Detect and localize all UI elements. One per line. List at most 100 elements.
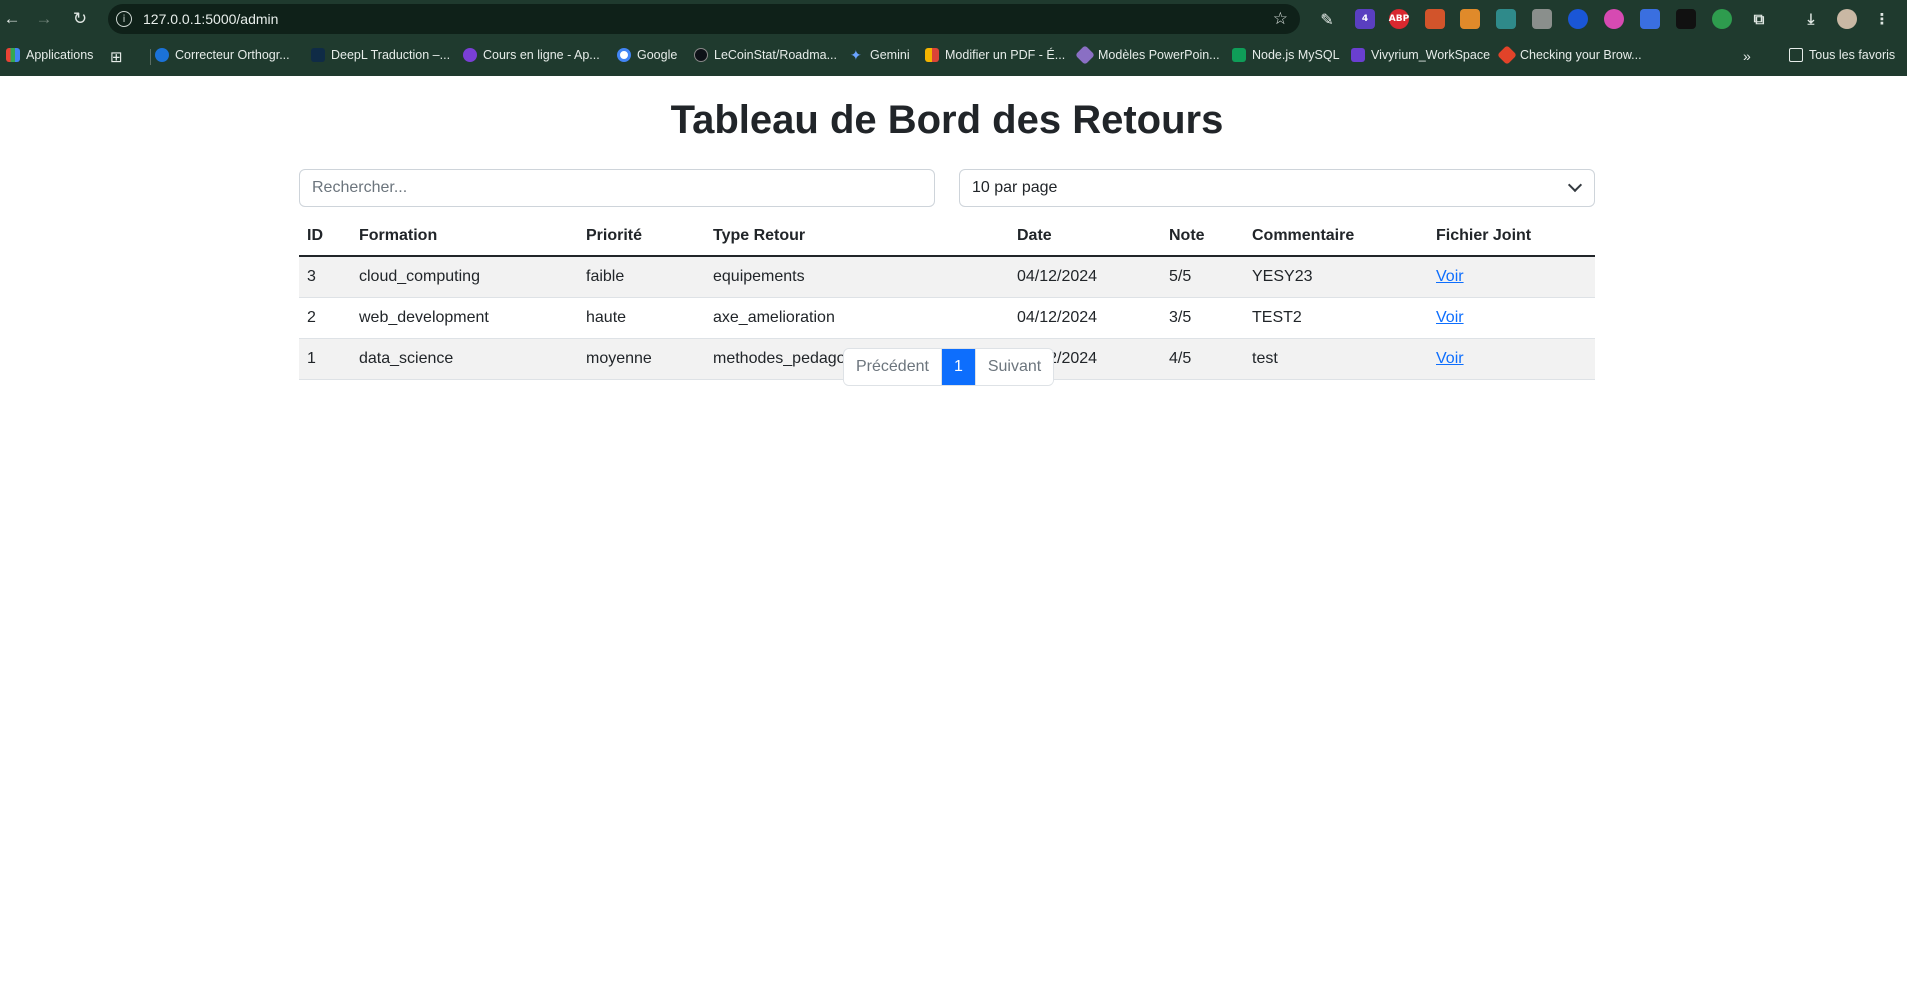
back-icon[interactable]: ←	[0, 7, 24, 31]
extension-badge-count: 4	[1361, 14, 1369, 24]
bookmark-star-icon[interactable]: ☆	[1273, 9, 1288, 29]
cell-type-retour: axe_amelioration	[705, 297, 1009, 339]
abp-label: ABP	[1388, 14, 1410, 24]
all-bookmarks[interactable]: Tous les favoris	[1789, 48, 1895, 62]
cell-date: 04/12/2024	[1009, 297, 1161, 339]
column-header-id: ID	[299, 216, 351, 257]
previous-page-button[interactable]: Précédent	[844, 349, 941, 385]
cell-type-retour: equipements	[705, 256, 1009, 298]
metamask-icon[interactable]	[1460, 9, 1480, 29]
bookmark-github[interactable]: LeCoinStat/Roadma...	[694, 48, 837, 62]
favicon-icon	[1075, 45, 1095, 65]
per-page-value: 10 par page	[972, 179, 1058, 196]
cell-commentaire: test	[1244, 338, 1428, 380]
cell-fichier-joint: Voir	[1428, 338, 1595, 380]
voir-link[interactable]: Voir	[1436, 309, 1464, 326]
bookmark-nodejs[interactable]: Node.js MySQL	[1232, 48, 1340, 62]
cell-formation: cloud_computing	[351, 256, 578, 298]
pagination: Précédent 1 Suivant	[843, 348, 1055, 386]
cell-id: 2	[299, 297, 351, 339]
extension-badge-icon[interactable]: 4	[1355, 9, 1375, 29]
column-header-priorite: Priorité	[578, 216, 705, 257]
column-header-note: Note	[1161, 216, 1244, 257]
extension-icon[interactable]	[1425, 9, 1445, 29]
url-text: 127.0.0.1:5000/admin	[143, 11, 279, 27]
gemini-icon: ✦	[850, 47, 862, 63]
cell-formation: data_science	[351, 338, 578, 380]
cell-id: 1	[299, 338, 351, 380]
bookmark-label: Gemini	[870, 48, 910, 62]
browser-chrome: ← → ↻ i 127.0.0.1:5000/admin ☆ ✎ 4 ABP ⧉…	[0, 0, 1907, 76]
bookmark-applications[interactable]: Applications	[6, 48, 93, 62]
favicon-icon	[463, 48, 477, 62]
bookmark-gitlab[interactable]: Checking your Brow...	[1497, 45, 1642, 65]
bookmark-label: Node.js MySQL	[1252, 48, 1340, 62]
menu-kebab-icon[interactable]: ⋮	[1872, 9, 1892, 29]
cell-priorite: haute	[578, 297, 705, 339]
favicon-icon	[925, 48, 939, 62]
cell-priorite: faible	[578, 256, 705, 298]
bookmark-powerpoint[interactable]: Modèles PowerPoin...	[1075, 45, 1220, 65]
favicon-icon	[311, 48, 325, 62]
bookmark-label: Checking your Brow...	[1520, 48, 1642, 62]
tab-groups-icon[interactable]: ⊞	[110, 48, 123, 66]
shield-extension-icon[interactable]	[1568, 9, 1588, 29]
bookmark-label: Modèles PowerPoin...	[1098, 48, 1220, 62]
cell-priorite: moyenne	[578, 338, 705, 380]
bookmark-cours[interactable]: Cours en ligne - Ap...	[463, 48, 600, 62]
voir-link[interactable]: Voir	[1436, 268, 1464, 285]
search-input[interactable]	[299, 169, 935, 207]
chevron-double-right-icon[interactable]: »	[1743, 48, 1751, 64]
site-info-icon[interactable]: i	[116, 11, 132, 27]
shield-extension-icon[interactable]	[1712, 9, 1732, 29]
extension-icon[interactable]	[1532, 9, 1552, 29]
cell-formation: web_development	[351, 297, 578, 339]
extension-icon[interactable]	[1604, 9, 1624, 29]
profile-avatar[interactable]	[1837, 9, 1857, 29]
cell-note: 3/5	[1161, 297, 1244, 339]
bookmark-label: Tous les favoris	[1809, 48, 1896, 62]
apps-grid-icon	[6, 48, 20, 62]
voir-link[interactable]: Voir	[1436, 350, 1464, 367]
bookmark-separator	[150, 49, 151, 65]
extension-icon[interactable]	[1640, 9, 1660, 29]
bookmark-deepl[interactable]: DeepL Traduction –...	[311, 48, 450, 62]
column-header-formation: Formation	[351, 216, 578, 257]
bookmark-gemini[interactable]: ✦ Gemini	[850, 48, 910, 62]
cell-commentaire: TEST2	[1244, 297, 1428, 339]
table-row: 3 cloud_computing faible equipements 04/…	[299, 256, 1595, 298]
bookmark-pdf[interactable]: Modifier un PDF - É...	[925, 48, 1065, 62]
reload-icon[interactable]: ↻	[68, 7, 92, 31]
favicon-icon	[155, 48, 169, 62]
page-1-button[interactable]: 1	[940, 349, 975, 385]
column-header-date: Date	[1009, 216, 1161, 257]
gitlab-icon	[1497, 45, 1517, 65]
next-page-button[interactable]: Suivant	[974, 349, 1054, 385]
cell-id: 3	[299, 256, 351, 298]
extension-icon[interactable]	[1496, 9, 1516, 29]
bookmark-label: Correcteur Orthogr...	[175, 48, 290, 62]
extensions-puzzle-icon[interactable]: ⧉	[1749, 9, 1769, 29]
chevron-down-icon	[1567, 177, 1583, 193]
cell-note: 5/5	[1161, 256, 1244, 298]
bookmark-label: Modifier un PDF - É...	[945, 48, 1066, 62]
adblock-icon[interactable]: ABP	[1389, 9, 1409, 29]
bookmark-google[interactable]: Google	[617, 48, 677, 62]
bookmark-vivyrium[interactable]: Vivyrium_WorkSpace	[1351, 48, 1490, 62]
per-page-select[interactable]: 10 par page	[959, 169, 1595, 207]
forward-icon[interactable]: →	[32, 7, 56, 31]
eyedropper-extension-icon[interactable]: ✎	[1317, 9, 1337, 29]
bookmark-label: Applications	[26, 48, 94, 62]
address-bar[interactable]: i 127.0.0.1:5000/admin ☆	[108, 4, 1300, 34]
cell-fichier-joint: Voir	[1428, 256, 1595, 298]
column-header-commentaire: Commentaire	[1244, 216, 1428, 257]
download-icon[interactable]: ⤓	[1801, 9, 1821, 29]
cell-fichier-joint: Voir	[1428, 297, 1595, 339]
cell-commentaire: YESY23	[1244, 256, 1428, 298]
extension-icon[interactable]	[1676, 9, 1696, 29]
bookmark-correcteur[interactable]: Correcteur Orthogr...	[155, 48, 290, 62]
table-header-row: ID Formation Priorité Type Retour Date N…	[299, 216, 1595, 257]
column-header-fichier-joint: Fichier Joint	[1428, 216, 1595, 257]
google-icon	[617, 48, 631, 62]
favicon-icon	[1351, 48, 1365, 62]
